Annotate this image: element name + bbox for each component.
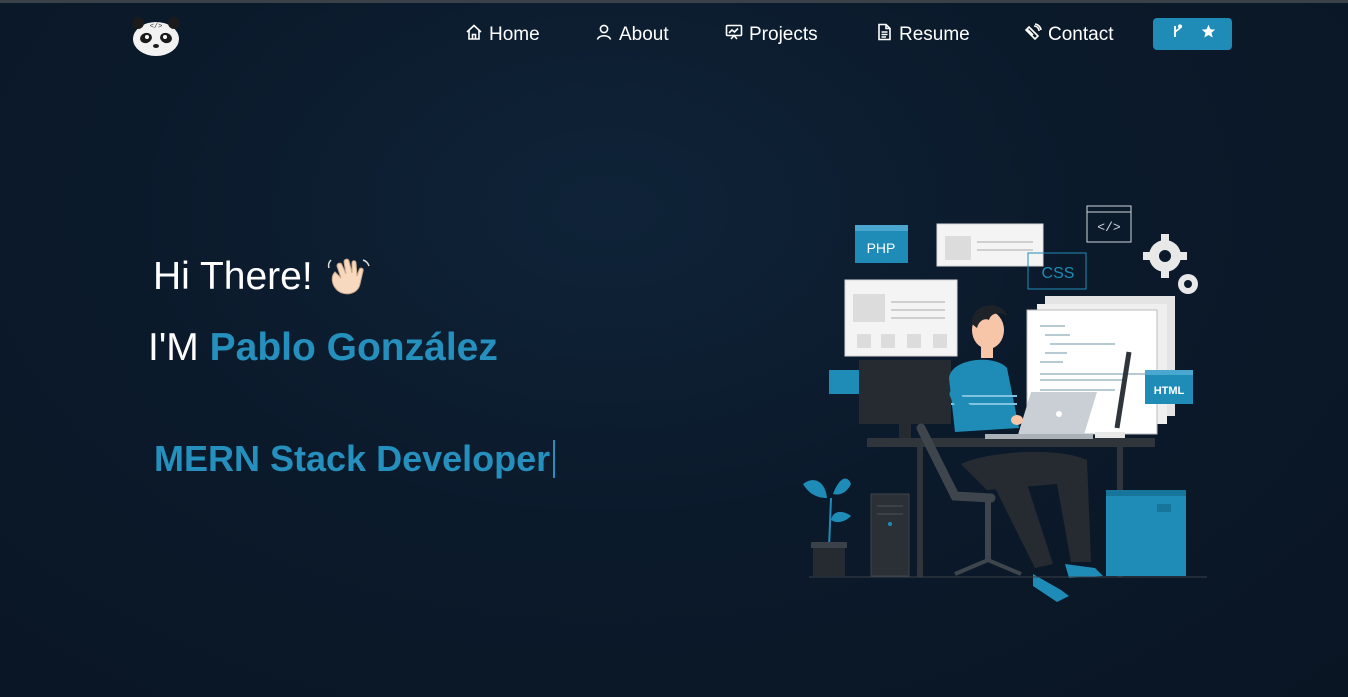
css-label: CSS xyxy=(1042,265,1075,282)
hero-greeting: Hi There! xyxy=(153,254,371,300)
nav-about[interactable]: About xyxy=(595,22,669,48)
star-icon xyxy=(1201,24,1216,44)
intro-prefix: I'M xyxy=(148,326,199,369)
typewriter-role: MERN Stack Developer xyxy=(154,438,556,480)
nav-projects-label: Projects xyxy=(749,24,818,45)
fork-icon xyxy=(1170,24,1185,44)
nav-about-label: About xyxy=(619,24,669,45)
php-label: PHP xyxy=(867,240,896,256)
github-star-fork-button[interactable] xyxy=(1153,18,1232,50)
nav-contact[interactable]: Contact xyxy=(1024,22,1113,48)
greeting-text: Hi There! xyxy=(153,255,313,298)
document-icon xyxy=(875,23,893,47)
svg-text:</>: </> xyxy=(150,23,163,31)
nav-projects[interactable]: Projects xyxy=(725,22,818,48)
waving-hand-icon xyxy=(325,254,371,300)
panda-logo-icon[interactable]: </> xyxy=(130,14,182,58)
developer-illustration: </> PHP CSS HTML xyxy=(795,198,1210,608)
nav-home[interactable]: Home xyxy=(465,22,540,48)
presentation-icon xyxy=(725,23,743,47)
hero-intro: I'M Pablo González xyxy=(148,326,498,370)
nav-home-label: Home xyxy=(489,24,540,45)
nav-resume[interactable]: Resume xyxy=(875,22,970,48)
navbar: </> Home About Projects Resume Contact xyxy=(0,3,1348,67)
role-text: MERN Stack Developer xyxy=(154,438,551,479)
typing-cursor xyxy=(553,440,556,478)
developer-name: Pablo González xyxy=(209,326,498,369)
user-icon xyxy=(595,23,613,47)
svg-text:</>: </> xyxy=(1097,220,1121,235)
html-label: HTML xyxy=(1154,385,1185,397)
satellite-icon xyxy=(1024,23,1042,47)
nav-resume-label: Resume xyxy=(899,24,970,45)
home-icon xyxy=(465,23,483,47)
nav-contact-label: Contact xyxy=(1048,24,1114,45)
